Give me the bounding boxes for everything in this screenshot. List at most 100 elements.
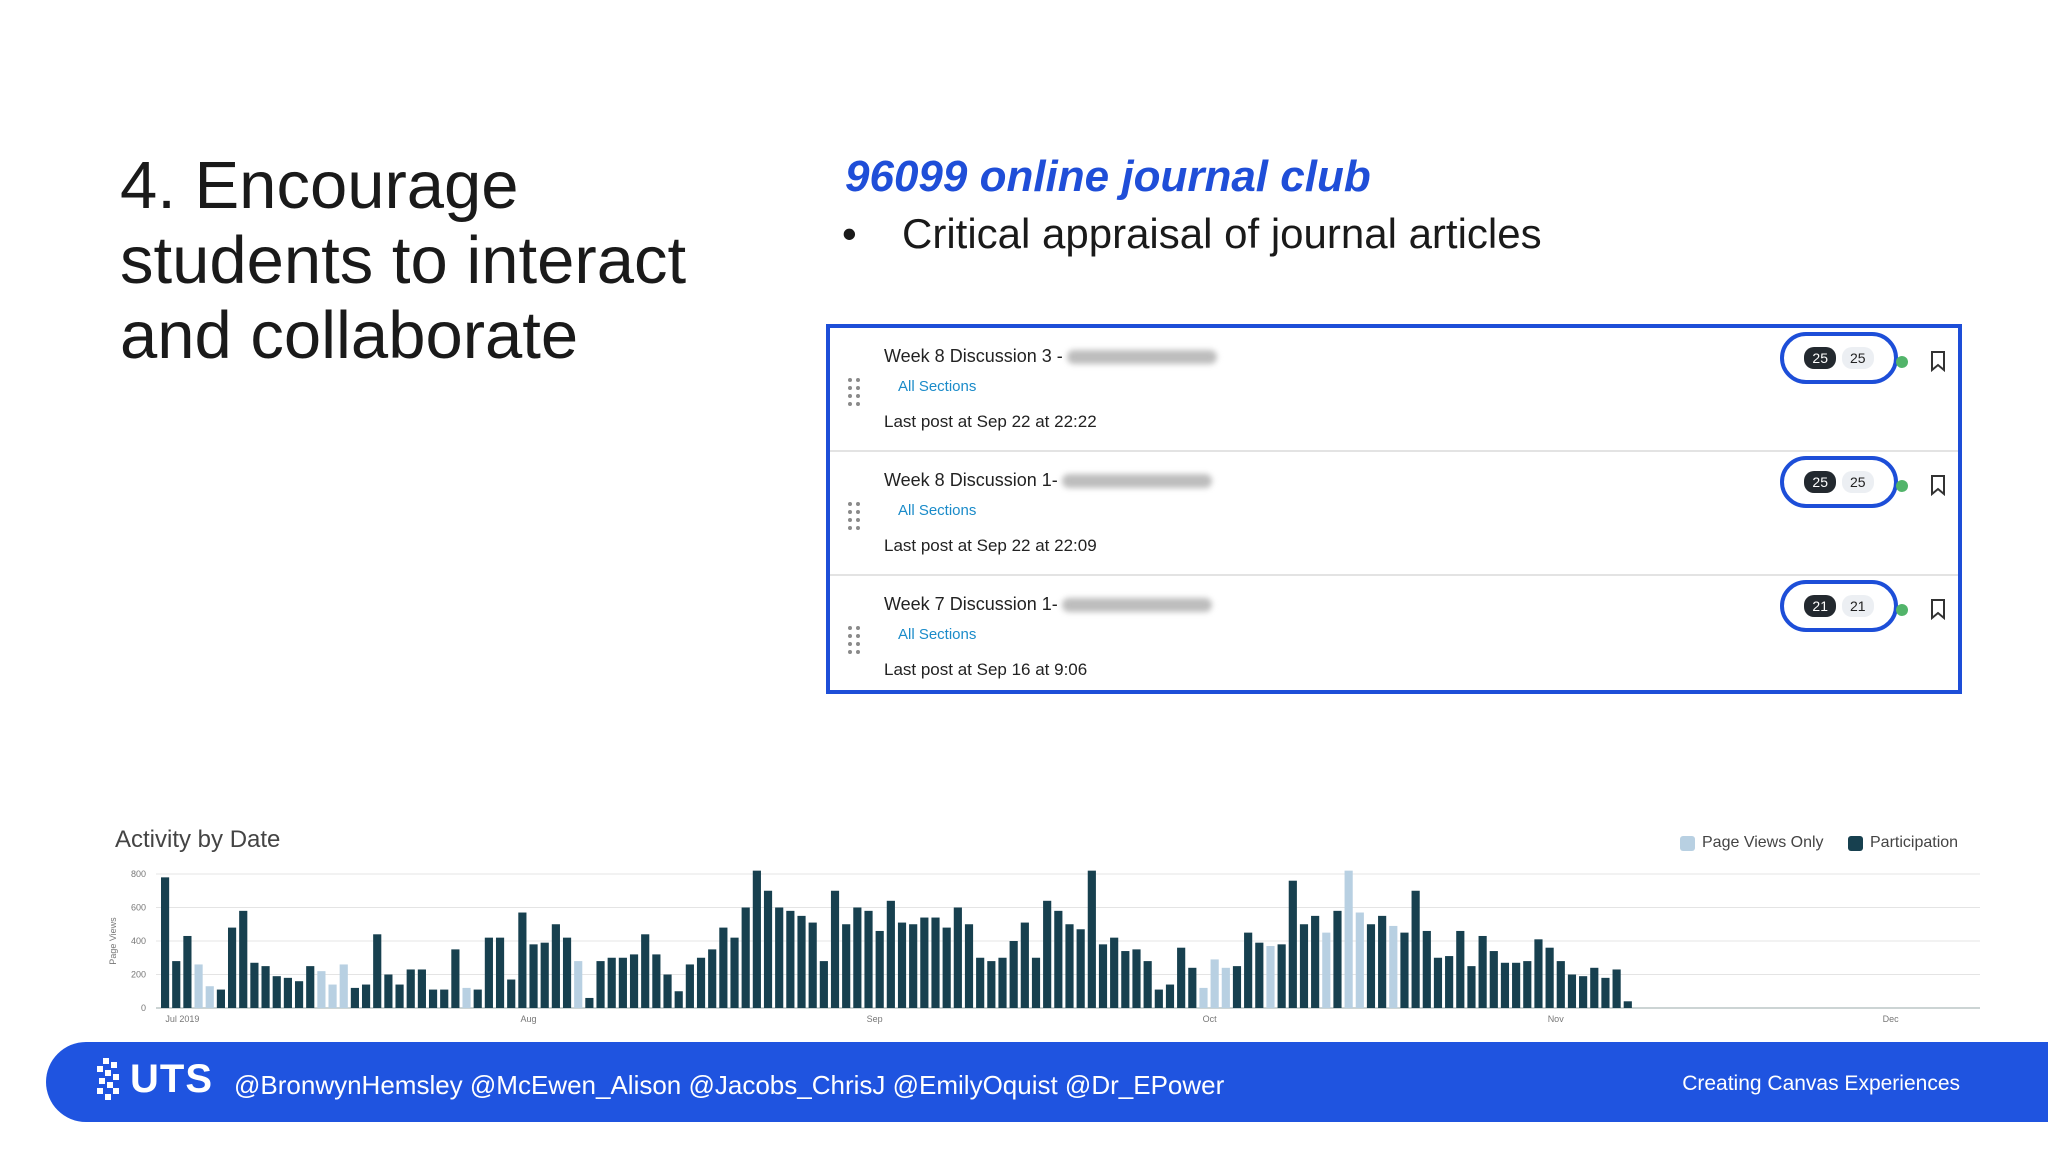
bar[interactable] bbox=[283, 977, 292, 1008]
bar[interactable] bbox=[1076, 929, 1085, 1008]
bar[interactable] bbox=[306, 966, 315, 1008]
bar[interactable] bbox=[317, 971, 326, 1008]
bar[interactable] bbox=[987, 961, 996, 1008]
bar[interactable] bbox=[808, 922, 817, 1008]
bar[interactable] bbox=[294, 981, 304, 1008]
bar[interactable] bbox=[920, 917, 929, 1008]
bar[interactable] bbox=[1523, 961, 1532, 1008]
bar[interactable] bbox=[384, 974, 393, 1009]
bar[interactable] bbox=[1534, 939, 1543, 1008]
bar[interactable] bbox=[886, 900, 895, 1008]
bar[interactable] bbox=[730, 937, 739, 1008]
bar[interactable] bbox=[574, 961, 583, 1008]
sections-link[interactable]: All Sections bbox=[898, 502, 976, 519]
discussion-title[interactable]: Week 8 Discussion 3 - bbox=[884, 346, 1217, 367]
bar[interactable] bbox=[1020, 922, 1029, 1008]
bar[interactable] bbox=[562, 937, 572, 1008]
bar[interactable] bbox=[373, 934, 382, 1008]
bar[interactable] bbox=[529, 944, 538, 1008]
discussion-row[interactable]: Week 8 Discussion 1- All Sections Last p… bbox=[830, 452, 1958, 576]
bar[interactable] bbox=[361, 984, 371, 1008]
bar[interactable] bbox=[741, 907, 750, 1009]
bar[interactable] bbox=[641, 934, 650, 1008]
bar[interactable] bbox=[395, 984, 404, 1008]
discussion-row[interactable]: Week 8 Discussion 3 - All Sections Last … bbox=[830, 328, 1958, 452]
bar[interactable] bbox=[964, 924, 974, 1008]
bar[interactable] bbox=[1422, 930, 1431, 1008]
published-check-icon[interactable] bbox=[1896, 356, 1908, 368]
bar[interactable] bbox=[328, 984, 337, 1008]
bar[interactable] bbox=[931, 917, 940, 1008]
bar[interactable] bbox=[1110, 937, 1119, 1008]
bar[interactable] bbox=[194, 964, 203, 1008]
bar[interactable] bbox=[1232, 966, 1242, 1008]
bar[interactable] bbox=[250, 962, 259, 1008]
bar[interactable] bbox=[462, 987, 471, 1008]
bar[interactable] bbox=[1009, 941, 1018, 1008]
bar[interactable] bbox=[864, 910, 873, 1008]
bar[interactable] bbox=[183, 935, 192, 1008]
bar[interactable] bbox=[205, 986, 214, 1008]
bar[interactable] bbox=[272, 976, 281, 1008]
bar[interactable] bbox=[618, 957, 627, 1008]
bar[interactable] bbox=[719, 927, 728, 1008]
bar[interactable] bbox=[652, 954, 661, 1008]
bar[interactable] bbox=[1456, 930, 1465, 1008]
bar[interactable] bbox=[1467, 966, 1476, 1008]
bar[interactable] bbox=[1154, 989, 1163, 1008]
bar[interactable] bbox=[1344, 870, 1353, 1008]
discussion-row[interactable]: Week 7 Discussion 1- All Sections Last p… bbox=[830, 576, 1958, 700]
bar[interactable] bbox=[484, 937, 493, 1008]
bar[interactable] bbox=[1545, 947, 1554, 1008]
discussion-title[interactable]: Week 7 Discussion 1- bbox=[884, 594, 1212, 615]
bar[interactable] bbox=[440, 989, 449, 1008]
bar[interactable] bbox=[473, 989, 482, 1008]
published-check-icon[interactable] bbox=[1896, 480, 1908, 492]
bar[interactable] bbox=[1311, 915, 1320, 1008]
bar[interactable] bbox=[1355, 912, 1364, 1008]
bar[interactable] bbox=[1043, 900, 1052, 1008]
bar[interactable] bbox=[1445, 956, 1454, 1008]
bar[interactable] bbox=[685, 964, 694, 1008]
bar[interactable] bbox=[1177, 947, 1186, 1008]
bar[interactable] bbox=[161, 877, 170, 1008]
bar[interactable] bbox=[942, 927, 951, 1008]
bar[interactable] bbox=[1590, 967, 1599, 1008]
bar[interactable] bbox=[406, 969, 415, 1008]
bar[interactable] bbox=[607, 957, 616, 1008]
published-check-icon[interactable] bbox=[1896, 604, 1908, 616]
bar[interactable] bbox=[674, 991, 683, 1008]
drag-handle-icon[interactable] bbox=[848, 378, 860, 406]
bar[interactable] bbox=[953, 907, 962, 1009]
bar[interactable] bbox=[239, 910, 248, 1008]
bar[interactable] bbox=[339, 964, 348, 1008]
bar[interactable] bbox=[1500, 962, 1510, 1008]
bar[interactable] bbox=[451, 949, 460, 1008]
bar[interactable] bbox=[1221, 967, 1230, 1008]
bar[interactable] bbox=[853, 907, 862, 1009]
bar[interactable] bbox=[1389, 925, 1398, 1008]
bar[interactable] bbox=[1433, 957, 1443, 1008]
bar[interactable] bbox=[763, 890, 773, 1008]
bar[interactable] bbox=[629, 954, 639, 1008]
bar[interactable] bbox=[875, 930, 884, 1008]
bar[interactable] bbox=[428, 989, 438, 1008]
bar[interactable] bbox=[495, 937, 505, 1008]
bar[interactable] bbox=[1556, 961, 1565, 1008]
bar[interactable] bbox=[1489, 951, 1498, 1008]
bar[interactable] bbox=[1277, 944, 1286, 1008]
bar[interactable] bbox=[518, 912, 527, 1008]
bar[interactable] bbox=[216, 989, 225, 1008]
bar[interactable] bbox=[775, 907, 784, 1009]
bar[interactable] bbox=[1031, 957, 1041, 1008]
bar[interactable] bbox=[417, 969, 426, 1008]
bar[interactable] bbox=[1143, 961, 1152, 1008]
bar[interactable] bbox=[696, 957, 706, 1008]
bar[interactable] bbox=[1623, 1001, 1632, 1008]
bar[interactable] bbox=[976, 957, 985, 1008]
bar[interactable] bbox=[1188, 967, 1197, 1008]
bar[interactable] bbox=[663, 974, 672, 1009]
bar[interactable] bbox=[540, 942, 549, 1008]
bar[interactable] bbox=[998, 957, 1007, 1008]
bar[interactable] bbox=[830, 890, 840, 1008]
